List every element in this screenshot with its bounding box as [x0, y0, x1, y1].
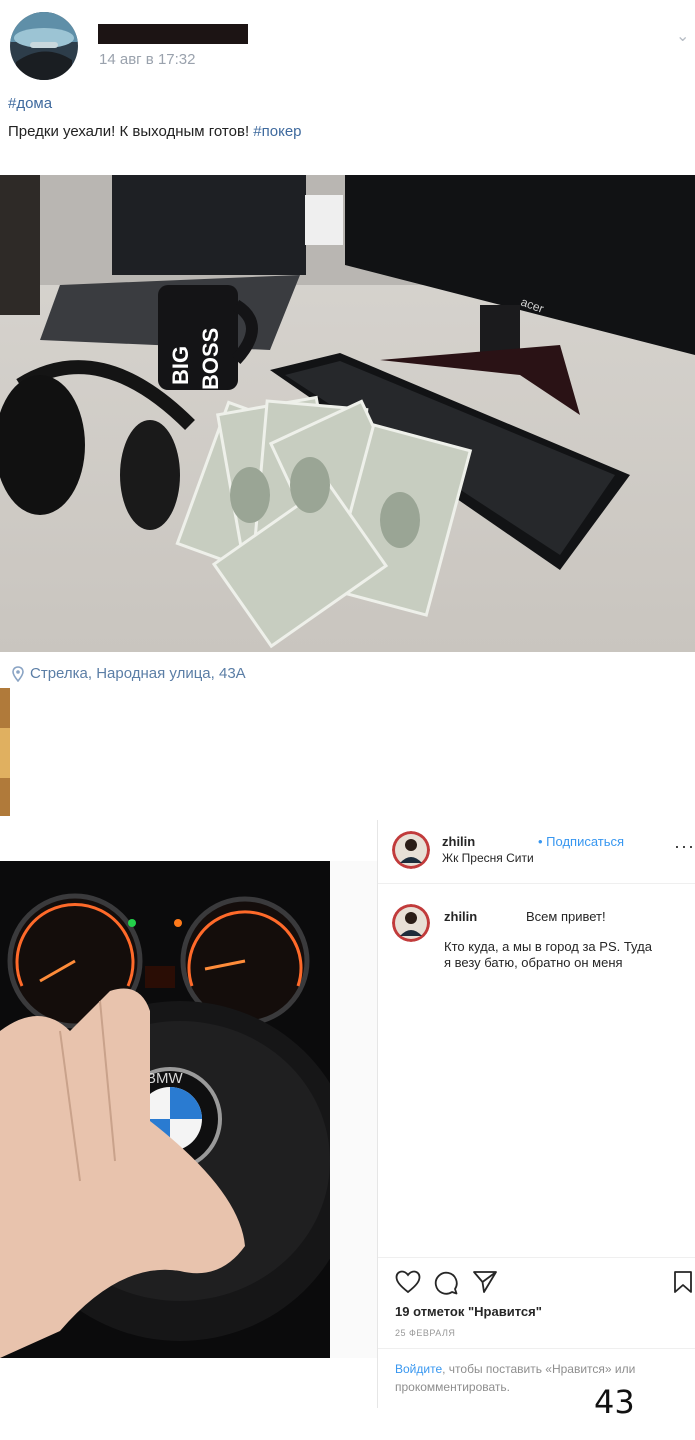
mug-text-line2: BOSS: [198, 328, 223, 390]
page-number: 43: [594, 1383, 635, 1421]
post-date[interactable]: 14 авг в 17:32: [99, 51, 195, 68]
more-options-icon[interactable]: ···: [674, 836, 695, 857]
vk-avatar[interactable]: [10, 12, 78, 80]
ig-comment-line2: Кто куда, а мы в город за PS. Туда: [444, 939, 652, 954]
chevron-down-icon[interactable]: ⌄: [676, 26, 689, 46]
ig-location[interactable]: Жк Пресня Сити: [442, 851, 534, 865]
post-location[interactable]: Стрелка, Народная улица, 43А: [12, 665, 246, 682]
ig-like-count[interactable]: 19 отметок "Нравится": [395, 1304, 542, 1319]
ig-comment-line1: Всем привет!: [526, 909, 606, 924]
partial-photo-edge: [0, 688, 10, 816]
hashtag-link[interactable]: #дома: [8, 95, 52, 112]
comment-icon[interactable]: [433, 1270, 459, 1296]
ig-follow-button[interactable]: • Подписаться: [538, 834, 624, 849]
ig-avatar[interactable]: [392, 831, 430, 869]
redacted-username: [98, 24, 248, 44]
post-text: Предки уехали! К выходным готов! #покер: [8, 123, 302, 140]
ig-username[interactable]: zhilin: [442, 834, 475, 849]
ig-comment-avatar[interactable]: [392, 904, 430, 942]
ig-actions-divider: [378, 1257, 695, 1258]
ig-login-link[interactable]: Войдите: [395, 1362, 442, 1376]
post-photo-desk[interactable]: BIG BOSS acer: [0, 175, 695, 652]
mug-text-line1: BIG: [168, 346, 193, 385]
share-icon[interactable]: [472, 1270, 498, 1294]
ig-login-text-1: , чтобы поставить «Нравится» или: [442, 1362, 636, 1376]
heart-icon[interactable]: [395, 1270, 421, 1294]
poker-hashtag-link[interactable]: #покер: [253, 123, 301, 140]
instagram-panel: zhilin • Подписаться Жк Пресня Сити ··· …: [377, 820, 695, 1408]
bookmark-icon[interactable]: [673, 1270, 693, 1294]
car-brand: BMW: [146, 1070, 184, 1087]
ig-comment-line3: я везу батю, обратно он меня: [444, 955, 623, 970]
ig-comment-username[interactable]: zhilin: [444, 909, 477, 924]
ig-follow-label: Подписаться: [546, 834, 625, 849]
location-text[interactable]: Стрелка, Народная улица, 43А: [30, 665, 246, 682]
ig-header-divider: [378, 883, 695, 884]
location-pin-icon: [12, 665, 24, 682]
image-gutter: [330, 861, 378, 1358]
ig-login-divider: [378, 1348, 695, 1349]
ig-login-text-2: прокомментировать.: [395, 1380, 510, 1394]
ig-post-date[interactable]: 25 ФЕВРАЛЯ: [395, 1328, 455, 1338]
post-photo-car[interactable]: BMW: [0, 861, 355, 1358]
ig-login-prompt: Войдите, чтобы поставить «Нравится» или …: [395, 1360, 685, 1396]
post-text-body: Предки уехали! К выходным готов!: [8, 123, 254, 140]
